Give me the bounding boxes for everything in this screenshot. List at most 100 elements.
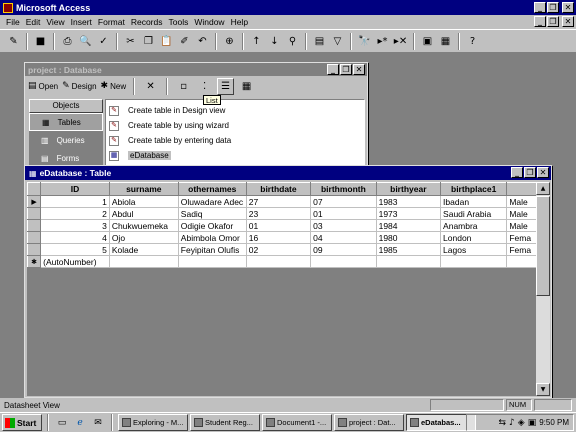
- table-cell[interactable]: Abdul: [109, 207, 179, 220]
- table-cell[interactable]: 1983: [376, 195, 442, 208]
- record-selector[interactable]: ▶: [27, 195, 42, 208]
- app-minimize-button[interactable]: _: [534, 2, 546, 13]
- table-cell[interactable]: 04: [310, 231, 377, 244]
- small-icons-icon[interactable]: ⁚: [196, 78, 213, 95]
- table-cell[interactable]: [109, 255, 179, 268]
- taskbar-task[interactable]: project : Dat...: [334, 414, 404, 431]
- taskbar-task[interactable]: Document1 -...: [262, 414, 332, 431]
- table-cell[interactable]: Abiola: [109, 195, 179, 208]
- table-cell[interactable]: 1985: [376, 243, 442, 256]
- menu-edit[interactable]: Edit: [23, 17, 44, 27]
- spelling-icon[interactable]: ✓: [95, 33, 112, 50]
- find-icon[interactable]: 🔭: [356, 33, 373, 50]
- table-cell[interactable]: 23: [246, 207, 312, 220]
- database-window-icon[interactable]: ▣: [419, 33, 436, 50]
- database-window-title-bar[interactable]: project : Database _ ❐ ✕: [25, 63, 367, 76]
- delete-icon[interactable]: ✕: [142, 78, 159, 95]
- table-maximize-button[interactable]: ❐: [524, 167, 536, 178]
- table-cell[interactable]: Ibadan: [440, 195, 508, 208]
- table-close-button[interactable]: ✕: [537, 167, 549, 178]
- table-cell[interactable]: 3: [40, 219, 110, 232]
- delete-record-icon[interactable]: ▸✕: [392, 33, 409, 50]
- display-icon[interactable]: ▣: [528, 418, 537, 428]
- record-selector[interactable]: ✱: [27, 255, 42, 268]
- table-cell[interactable]: Oluwadare Adec: [178, 195, 247, 208]
- doc-minimize-button[interactable]: _: [534, 16, 546, 27]
- menu-tools[interactable]: Tools: [165, 17, 191, 27]
- table-cell[interactable]: (AutoNumber): [40, 255, 110, 268]
- db-maximize-button[interactable]: ❐: [340, 64, 352, 75]
- table-cell[interactable]: [246, 255, 312, 268]
- table-cell[interactable]: Anambra: [440, 219, 508, 232]
- table-cell[interactable]: Fema: [506, 231, 537, 244]
- column-header[interactable]: birthyear: [375, 182, 442, 196]
- cut-icon[interactable]: ✂: [122, 33, 139, 50]
- column-header[interactable]: othernames: [177, 182, 247, 196]
- menu-records[interactable]: Records: [128, 17, 166, 27]
- column-header[interactable]: [506, 182, 537, 196]
- table-cell[interactable]: London: [440, 231, 508, 244]
- open-button[interactable]: ▤ Open: [28, 81, 58, 91]
- menu-insert[interactable]: Insert: [68, 17, 95, 27]
- column-header[interactable]: ID: [40, 182, 110, 196]
- table-cell[interactable]: 2: [40, 207, 110, 220]
- table-cell[interactable]: Saudi Arabia: [440, 207, 508, 220]
- table-cell[interactable]: Fema: [506, 243, 537, 256]
- help-icon[interactable]: ?: [464, 33, 481, 50]
- column-header[interactable]: birthdate: [245, 182, 312, 196]
- column-header[interactable]: birthmonth: [310, 182, 377, 196]
- table-cell[interactable]: [506, 255, 537, 268]
- table-cell[interactable]: Lagos: [440, 243, 508, 256]
- app-close-button[interactable]: ✕: [562, 2, 574, 13]
- show-desktop-icon[interactable]: ▭: [54, 415, 70, 431]
- table-cell[interactable]: 5: [40, 243, 110, 256]
- table-cell[interactable]: 1984: [376, 219, 442, 232]
- list-item[interactable]: ✎ Create table in Design view: [109, 103, 361, 118]
- paste-icon[interactable]: 📋: [158, 33, 175, 50]
- taskbar-task[interactable]: Exploring - M...: [118, 414, 188, 431]
- details-view-icon[interactable]: ▦: [238, 78, 255, 95]
- record-selector[interactable]: [27, 243, 42, 256]
- scroll-thumb[interactable]: [536, 196, 550, 296]
- undo-icon[interactable]: ↶: [194, 33, 211, 50]
- table-cell[interactable]: 16: [246, 231, 312, 244]
- db-close-button[interactable]: ✕: [353, 64, 365, 75]
- list-item[interactable]: ▦ eDatabase: [109, 148, 361, 163]
- record-selector[interactable]: [27, 231, 42, 244]
- list-item[interactable]: ✎ Create table by entering data: [109, 133, 361, 148]
- objects-item-tables[interactable]: ▦ Tables: [29, 113, 103, 131]
- network-icon[interactable]: ⇆: [498, 418, 506, 428]
- print-preview-icon[interactable]: 🔍: [77, 33, 94, 50]
- new-button[interactable]: ✱ New: [101, 81, 127, 91]
- filter-by-selection-icon[interactable]: ⚲: [284, 33, 301, 50]
- table-cell[interactable]: 03: [310, 219, 377, 232]
- objects-header[interactable]: Objects: [29, 99, 103, 113]
- table-cell[interactable]: 07: [310, 195, 377, 208]
- table-cell[interactable]: 27: [246, 195, 312, 208]
- large-icons-icon[interactable]: ▫: [175, 78, 192, 95]
- copy-icon[interactable]: ❐: [140, 33, 157, 50]
- table-cell[interactable]: Abimbola Omor: [178, 231, 247, 244]
- table-cell[interactable]: 1980: [376, 231, 442, 244]
- app-restore-button[interactable]: ❐: [547, 2, 559, 13]
- sort-ascending-icon[interactable]: ↑: [248, 33, 265, 50]
- table-cell[interactable]: [310, 255, 377, 268]
- objects-item-queries[interactable]: ▥ Queries: [29, 131, 103, 149]
- table-cell[interactable]: 01: [310, 207, 377, 220]
- list-item[interactable]: ✎ Create table by using wizard: [109, 118, 361, 133]
- table-cell[interactable]: [178, 255, 247, 268]
- filter-by-form-icon[interactable]: ▤: [311, 33, 328, 50]
- table-cell[interactable]: 01: [246, 219, 312, 232]
- table-cell[interactable]: Ojo: [109, 231, 179, 244]
- outlook-icon[interactable]: ✉: [90, 415, 106, 431]
- scroll-up-icon[interactable]: ▲: [536, 182, 550, 195]
- select-all-corner[interactable]: [27, 182, 42, 196]
- table-cell[interactable]: 1973: [376, 207, 442, 220]
- taskbar-task[interactable]: Student Reg...: [190, 414, 260, 431]
- design-button[interactable]: ✎ Design: [62, 81, 96, 91]
- format-painter-icon[interactable]: ✐: [176, 33, 193, 50]
- view-icon[interactable]: ✎: [5, 33, 22, 50]
- scroll-down-icon[interactable]: ▼: [536, 383, 550, 396]
- table-cell[interactable]: Feyipitan Olufis: [178, 243, 247, 256]
- column-header[interactable]: birthplace1: [440, 182, 508, 196]
